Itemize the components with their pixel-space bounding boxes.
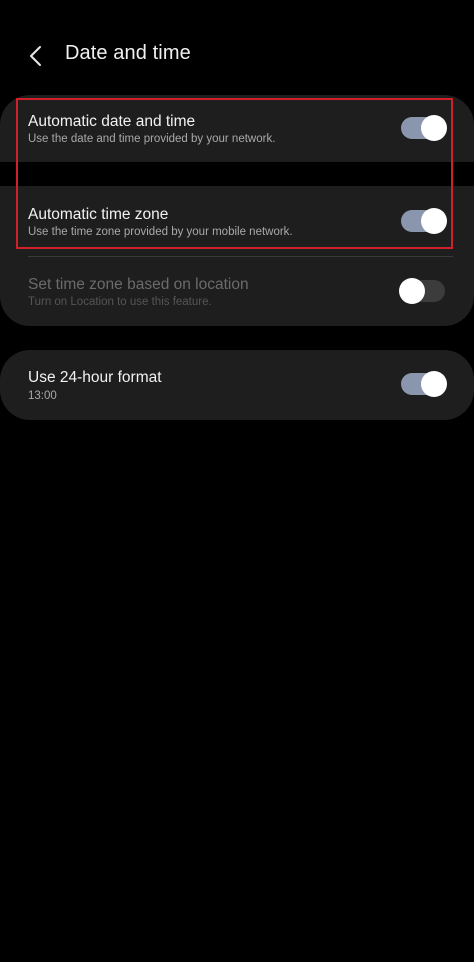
setting-title: Set time zone based on location (28, 276, 249, 293)
setting-subtitle: 13:00 (28, 390, 57, 402)
toggle-knob (421, 115, 447, 141)
toggle-knob (399, 278, 425, 304)
setting-subtitle: Turn on Location to use this feature. (28, 296, 212, 308)
setting-automatic-date-time[interactable]: Automatic date and time Use the date and… (0, 98, 474, 162)
setting-title: Automatic time zone (28, 206, 169, 223)
toggle-knob (421, 208, 447, 234)
card-gap (0, 162, 474, 186)
top-app-bar: Date and time (0, 30, 474, 82)
chevron-left-icon (30, 46, 41, 66)
24-hour-format-toggle[interactable] (401, 371, 447, 397)
setting-title: Automatic date and time (28, 113, 196, 130)
toggle-knob (421, 371, 447, 397)
page-title: Date and time (65, 42, 191, 64)
setting-automatic-time-zone[interactable]: Automatic time zone Use the time zone pr… (0, 186, 474, 250)
automatic-date-time-toggle[interactable] (401, 115, 447, 141)
setting-time-zone-location[interactable]: Set time zone based on location Turn on … (0, 258, 474, 324)
divider (28, 256, 453, 257)
back-button[interactable] (18, 38, 54, 74)
setting-subtitle: Use the date and time provided by your n… (28, 133, 276, 145)
setting-24-hour-format[interactable]: Use 24-hour format 13:00 (0, 350, 474, 420)
setting-subtitle: Use the time zone provided by your mobil… (28, 226, 293, 238)
time-zone-location-toggle[interactable] (399, 278, 445, 304)
automatic-time-zone-toggle[interactable] (401, 208, 447, 234)
setting-title: Use 24-hour format (28, 369, 162, 386)
